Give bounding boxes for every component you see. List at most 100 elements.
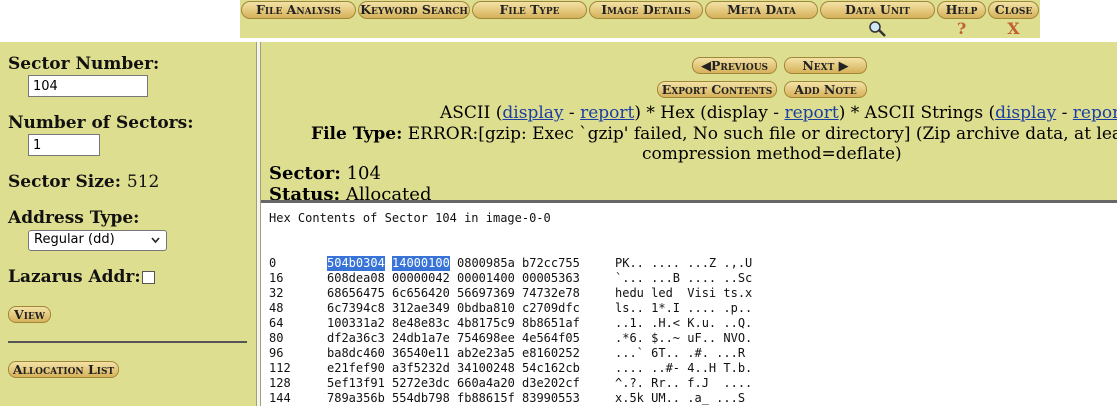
hex-word: 00000042 — [392, 271, 450, 285]
tab-file-type[interactable]: File Type — [472, 1, 587, 19]
sector-details-panel: ◀Previous Next ▶ Export Contents Add Not… — [261, 42, 1117, 200]
hex-row: 112 e21fef90 a3f5232d 34100248 54c162cb .... … — [269, 361, 1109, 376]
ascii-display-link[interactable]: display — [502, 103, 563, 123]
previous-label: Previous — [710, 58, 769, 73]
sector-number-input[interactable] — [28, 75, 148, 97]
hex-offset: 48 — [269, 301, 284, 315]
hex-word: 8e48e83c — [392, 316, 450, 330]
hex-row: 144 789a356b 554db798 fb88615f 83990553 x.5k … — [269, 391, 1109, 406]
hex-word: 554db798 — [392, 391, 450, 405]
hex-ascii: ^.?. Rr.. f.J .... — [615, 376, 753, 390]
hex-ascii: `... ...B .... ..Sc — [615, 271, 753, 285]
hex-offset: 16 — [269, 271, 284, 285]
file-type-line-2: compression method=deflate) — [642, 144, 902, 164]
tab-file-analysis[interactable]: File Analysis — [241, 1, 356, 19]
next-label: Next — [802, 58, 835, 73]
file-type-value: ERROR:[gzip: Exec `gzip' failed, No such… — [407, 124, 1117, 144]
hex-word: fb88615f — [457, 391, 515, 405]
file-type-label: File Type: — [311, 124, 403, 144]
previous-button[interactable]: ◀Previous — [692, 57, 777, 74]
paren: ) — [634, 103, 641, 123]
hex-word: e21fef90 — [327, 361, 385, 375]
hex-row: 0 504b0304 14000100 0800985a b72cc755 PK.. ..… — [269, 256, 1109, 271]
arrow-right-icon: ▶ — [838, 59, 849, 74]
hex-ascii: ...` 6T.. .#. ...R — [615, 346, 746, 360]
hex-word: a3f5232d — [392, 361, 450, 375]
status-value: Allocated — [345, 184, 432, 200]
num-sectors-input[interactable] — [28, 134, 100, 156]
tab-help[interactable]: Help — [937, 1, 986, 19]
strings-report-link[interactable]: report — [1073, 103, 1117, 123]
hex-offset: 32 — [269, 286, 284, 300]
hex-word: 0800985a — [457, 256, 515, 270]
sector-value: 104 — [346, 163, 381, 184]
num-sectors-label: Number of Sectors: — [8, 113, 194, 133]
sidebar-divider — [8, 341, 247, 343]
hex-row: 80 df2a36c3 24db1a7e 754698ee 4e564f05 .*6. $… — [269, 331, 1109, 346]
hex-word: 56697369 — [457, 286, 515, 300]
export-contents-button[interactable]: Export Contents — [657, 81, 777, 98]
hex-offset: 144 — [269, 391, 291, 405]
hex-report-link[interactable]: report — [784, 103, 838, 123]
hex-word: 00005363 — [522, 271, 580, 285]
hex-ascii: PK.. .... ...Z .,.U — [615, 256, 753, 270]
tab-close[interactable]: Close — [988, 1, 1039, 19]
next-button[interactable]: Next ▶ — [784, 57, 867, 74]
hex-ascii: .*6. $..~ uF.. NVO. — [615, 331, 753, 345]
view-mode-links: ASCII (display - report) * Hex (display … — [440, 103, 1117, 123]
magnifier-icon — [820, 20, 935, 37]
tab-keyword-search[interactable]: Keyword Search — [358, 1, 470, 19]
view-button[interactable]: View — [8, 306, 51, 323]
hex-word: 00001400 — [457, 271, 515, 285]
top-navigation: File Analysis Keyword Search File Type I… — [0, 0, 1117, 42]
hex-word: 54c162cb — [522, 361, 580, 375]
hex-contents-panel: Hex Contents of Sector 104 in image-0-0 … — [261, 203, 1117, 406]
address-type-select[interactable]: Regular (dd) — [28, 230, 167, 251]
hex-word: 24db1a7e — [392, 331, 450, 345]
close-icon[interactable]: X — [988, 20, 1039, 37]
hex-row: 96 ba8dc460 36540e11 ab2e23a5 e8160252 ...` 6… — [269, 346, 1109, 361]
hex-word: e8160252 — [522, 346, 580, 360]
hex-row: 16 608dea08 00000042 00001400 00005363 `... .… — [269, 271, 1109, 286]
hex-word: 608dea08 — [327, 271, 385, 285]
tab-meta-data[interactable]: Meta Data — [705, 1, 818, 19]
ascii-caption: ASCII ( — [440, 103, 503, 123]
hex-word: 4b8175c9 — [457, 316, 515, 330]
hex-word: 5ef13f91 — [327, 376, 385, 390]
hex-ascii: .... ..#- 4..H T.b. — [615, 361, 753, 375]
hex-ascii: hedu led Visi ts.x — [615, 286, 753, 300]
add-note-button[interactable]: Add Note — [784, 81, 867, 98]
hex-caption: * Hex (display - — [640, 103, 785, 123]
hex-word: 754698ee — [457, 331, 515, 345]
hex-word: b72cc755 — [522, 256, 580, 270]
hex-word: ab2e23a5 — [457, 346, 515, 360]
hex-word: 0bdba810 — [457, 301, 515, 315]
hex-word: d3e202cf — [522, 376, 580, 390]
hex-offset: 96 — [269, 346, 284, 360]
status-line: Status: Allocated — [269, 184, 431, 200]
hex-ascii: ..1. .H.< K.u. ..Q. — [615, 316, 753, 330]
hex-row: 48 6c7394c8 312ae349 0bdba810 c2709dfc ls.. 1… — [269, 301, 1109, 316]
hex-word: 504b0304 — [327, 256, 385, 271]
lazarus-addr-checkbox[interactable] — [142, 271, 155, 284]
sector-label: Sector: — [269, 163, 341, 184]
hex-offset: 80 — [269, 331, 284, 345]
sector-line: Sector: 104 — [269, 163, 381, 184]
tab-image-details[interactable]: Image Details — [589, 1, 703, 19]
ascii-report-link[interactable]: report — [580, 103, 634, 123]
sector-size-label: Sector Size: 512 — [8, 172, 159, 192]
tab-bar: File Analysis Keyword Search File Type I… — [240, 0, 1040, 38]
hex-word: 660a4a20 — [457, 376, 515, 390]
address-type-label: Address Type: — [8, 208, 140, 228]
hex-word: c2709dfc — [522, 301, 580, 315]
separator: - — [1056, 103, 1073, 123]
allocation-list-button[interactable]: Allocation List — [8, 361, 119, 378]
hex-row: 64 100331a2 8e48e83c 4b8175c9 8b8651af ..1. .… — [269, 316, 1109, 331]
hex-word: 6c7394c8 — [327, 301, 385, 315]
file-type-line: File Type: ERROR:[gzip: Exec `gzip' fail… — [311, 124, 1117, 144]
arrow-left-icon: ◀ — [700, 59, 711, 74]
strings-display-link[interactable]: display — [995, 103, 1056, 123]
help-icon[interactable]: ? — [937, 20, 986, 37]
sector-number-label: Sector Number: — [8, 54, 160, 74]
tab-data-unit[interactable]: Data Unit — [820, 1, 935, 19]
